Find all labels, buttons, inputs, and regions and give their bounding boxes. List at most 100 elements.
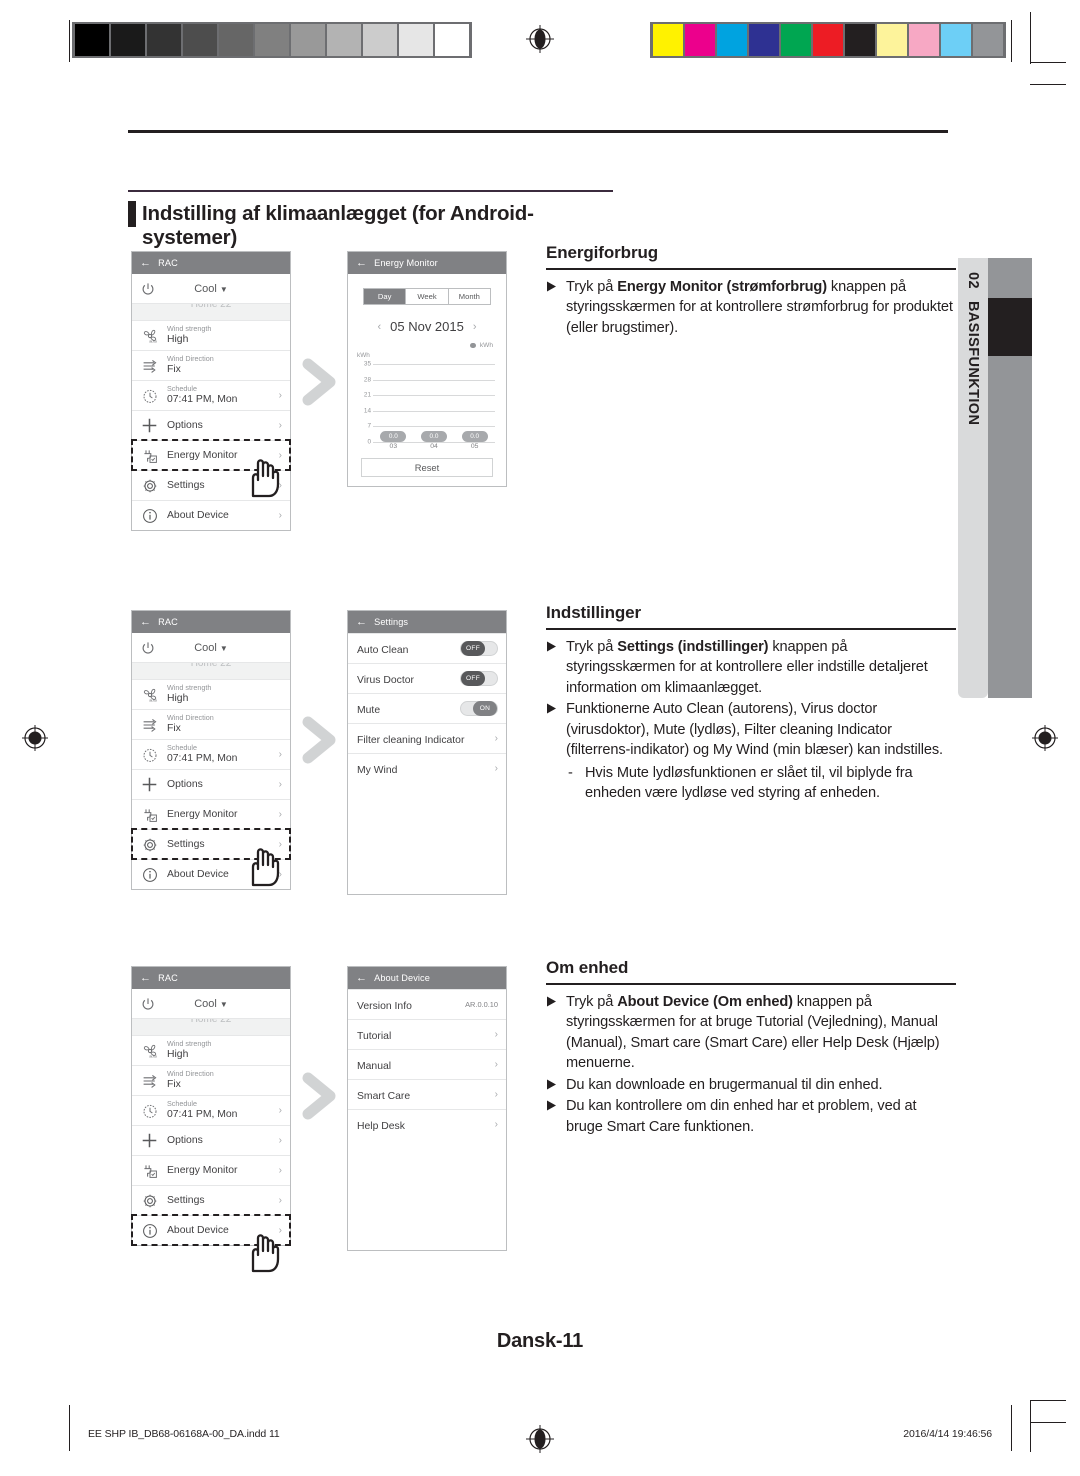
trim-mark-corner-c (1030, 84, 1066, 85)
bullet-item: Du kan downloade en brugermanual til din… (546, 1075, 956, 1095)
trim-mark-corner-f (1030, 1422, 1066, 1423)
row-text: Energy Monitor (167, 1165, 270, 1176)
next-date-icon[interactable]: › (473, 321, 477, 333)
flow-arrow-2 (300, 716, 340, 764)
current-date: 05 Nov 2015 (390, 319, 464, 334)
tap-hand-icon (247, 843, 287, 887)
toggle-switch[interactable]: ON (460, 701, 498, 716)
back-arrow-icon[interactable]: ← (356, 616, 367, 628)
bullet-triangle-icon (546, 1096, 557, 1137)
footer-timestamp: 2016/4/14 19:46:56 (903, 1428, 992, 1440)
mode-selector[interactable]: Cool ▼ (132, 998, 290, 1010)
rac-titlebar: ← RAC (132, 967, 290, 989)
rac-row-high[interactable]: auto Wind strength High (132, 679, 290, 709)
rac-row-high[interactable]: auto Wind strength High (132, 320, 290, 350)
chevron-right-icon: › (494, 1089, 498, 1100)
about-row-tutorial[interactable]: Tutorial › (348, 1019, 506, 1049)
mode-selector[interactable]: Cool ▼ (132, 283, 290, 295)
rac-row-options[interactable]: Options › (132, 769, 290, 799)
color-swatch (781, 24, 811, 56)
row-label: Settings (167, 1195, 205, 1206)
registration-mark-right (1028, 721, 1062, 755)
period-tab-month[interactable]: Month (447, 289, 490, 304)
about-row-version-info[interactable]: Version Info AR.0.0.10 (348, 989, 506, 1019)
energy-titlebar: ← Energy Monitor (348, 252, 506, 274)
toggle-knob: OFF (461, 641, 485, 656)
back-arrow-icon[interactable]: ← (140, 257, 151, 269)
rac-row-about-device[interactable]: About Device › (132, 500, 290, 530)
header-rule (128, 130, 948, 133)
back-arrow-icon[interactable]: ← (356, 257, 367, 269)
rac-row-fix[interactable]: Wind Direction Fix (132, 350, 290, 380)
rac-row-energy-monitor[interactable]: Energy Monitor › (132, 1155, 290, 1185)
clock-icon (141, 746, 158, 763)
trim-mark-right (1011, 1405, 1012, 1451)
row-sublabel: Schedule (167, 1099, 197, 1109)
row-label: 07:41 PM, Mon (167, 394, 238, 406)
rac-power-mode-bar: Cool ▼ (132, 274, 290, 304)
about-row-help-desk[interactable]: Help Desk › (348, 1109, 506, 1139)
rac-row-energy-monitor[interactable]: Energy Monitor › (132, 799, 290, 829)
about-list: Version Info AR.0.0.10 Tutorial › Manual › Sma… (348, 989, 506, 1139)
bullet-triangle-icon (546, 1075, 557, 1095)
row-label: About Device (167, 510, 229, 521)
row-label: Filter cleaning Indicator (357, 734, 465, 746)
grayscale-swatch (147, 24, 181, 56)
chevron-right-icon: › (278, 420, 282, 431)
energy-body: Day Week Month ‹ 05 Nov 2015 › kWh kWh 35 2… (348, 274, 506, 486)
rac-row-options[interactable]: Options › (132, 1125, 290, 1155)
rac-title-text: RAC (158, 617, 178, 627)
settings-row-mute[interactable]: Mute ON (348, 693, 506, 723)
row-label: Options (167, 420, 203, 431)
legend-label: kWh (479, 342, 493, 349)
rac-row-high[interactable]: auto Wind strength High (132, 1035, 290, 1065)
registration-mark-left (18, 721, 52, 755)
settings-row-filter-cleaning-indicator[interactable]: Filter cleaning Indicator › (348, 723, 506, 753)
grayscale-bar (72, 22, 472, 58)
period-segmented-control[interactable]: Day Week Month (363, 288, 491, 305)
back-arrow-icon[interactable]: ← (356, 972, 367, 984)
color-swatch (909, 24, 939, 56)
rac-row-settings[interactable]: Settings › (132, 1185, 290, 1215)
about-row-smart-care[interactable]: Smart Care › (348, 1079, 506, 1109)
plus-icon (141, 1132, 158, 1149)
row-text: Tutorial (357, 1026, 486, 1044)
settings-row-auto-clean[interactable]: Auto Clean OFF (348, 633, 506, 663)
about-title-text: About Device (374, 973, 430, 983)
rac-row-07-41-pm-mon[interactable]: Schedule 07:41 PM, Mon › (132, 380, 290, 410)
rac-row-options[interactable]: Options › (132, 410, 290, 440)
trim-mark-left (69, 1405, 70, 1451)
row-text: Wind Direction Fix (167, 1069, 273, 1092)
row-label: My Wind (357, 764, 398, 776)
about-row-manual[interactable]: Manual › (348, 1049, 506, 1079)
settings-row-my-wind[interactable]: My Wind › (348, 753, 506, 783)
registration-mark-top (523, 22, 557, 56)
reset-button[interactable]: Reset (361, 458, 493, 477)
row-label: Options (167, 1135, 203, 1146)
toggle-switch[interactable]: OFF (460, 641, 498, 656)
rac-row-07-41-pm-mon[interactable]: Schedule 07:41 PM, Mon › (132, 739, 290, 769)
rac-temperature-ghost: Home 22 (132, 663, 290, 679)
settings-row-virus-doctor[interactable]: Virus Doctor OFF (348, 663, 506, 693)
back-arrow-icon[interactable]: ← (140, 972, 151, 984)
period-tab-day[interactable]: Day (364, 289, 406, 304)
chapter-bar (988, 258, 1032, 698)
bullet-triangle-icon (546, 699, 557, 760)
rac-row-07-41-pm-mon[interactable]: Schedule 07:41 PM, Mon › (132, 1095, 290, 1125)
bullet-text: Du kan downloade en brugermanual til din… (566, 1076, 883, 1093)
back-arrow-icon[interactable]: ← (140, 616, 151, 628)
period-tab-week[interactable]: Week (405, 289, 447, 304)
section-heading: Om enhed (546, 958, 956, 985)
toggle-switch[interactable]: OFF (460, 671, 498, 686)
rac-row-fix[interactable]: Wind Direction Fix (132, 709, 290, 739)
prev-date-icon[interactable]: ‹ (377, 321, 381, 333)
section-energiforbrug: Energiforbrug Tryk på Energy Monitor (str… (546, 243, 956, 339)
rac-row-fix[interactable]: Wind Direction Fix (132, 1065, 290, 1095)
row-sublabel: Wind Direction (167, 713, 214, 723)
footer-filename: EE SHP IB_DB68-06168A-00_DA.indd 11 (88, 1428, 280, 1440)
mode-selector[interactable]: Cool ▼ (132, 642, 290, 654)
row-label: Energy Monitor (167, 809, 238, 820)
grayscale-swatch (255, 24, 289, 56)
grayscale-swatch (111, 24, 145, 56)
trim-mark-corner-d (1030, 1400, 1031, 1452)
